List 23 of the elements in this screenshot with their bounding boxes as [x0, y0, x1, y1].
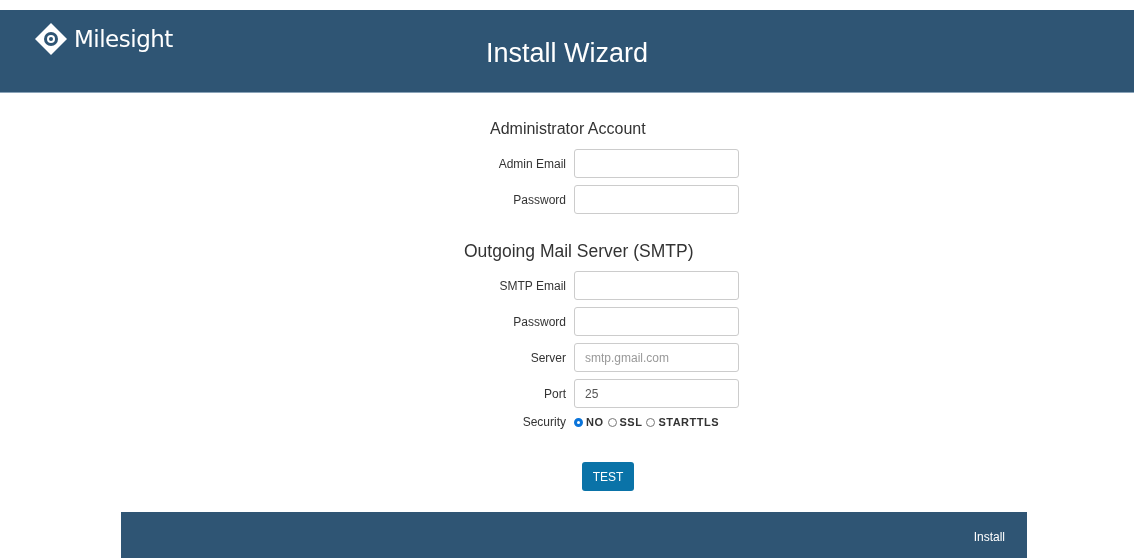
page-title: Install Wizard: [484, 38, 649, 69]
radio-option[interactable]: STARTTLS: [646, 416, 720, 428]
radio-option[interactable]: NO: [574, 416, 604, 428]
test-button[interactable]: TEST: [582, 462, 634, 491]
input-field[interactable]: 25: [574, 379, 739, 408]
input-field[interactable]: [574, 271, 739, 300]
input-field[interactable]: [574, 307, 739, 336]
input-field[interactable]: smtp.gmail.com: [574, 343, 739, 372]
radio-option[interactable]: SSL: [607, 416, 643, 428]
field-label: Password: [512, 192, 567, 207]
field-label: Security: [521, 415, 567, 429]
field-label: Server: [529, 350, 567, 365]
field-label: Password: [512, 314, 567, 329]
logo-text: Milesight: [74, 26, 173, 52]
field-label: Admin Email: [497, 156, 567, 171]
field-label: Port: [543, 386, 567, 401]
input-field[interactable]: [574, 149, 739, 178]
eye-diamond-logo-icon: [34, 22, 68, 56]
section-heading: Outgoing Mail Server (SMTP): [464, 241, 695, 262]
install-button[interactable]: Install: [973, 530, 1005, 544]
field-label: SMTP Email: [498, 278, 567, 293]
input-field[interactable]: [574, 185, 739, 214]
section-heading: Administrator Account: [490, 120, 647, 138]
